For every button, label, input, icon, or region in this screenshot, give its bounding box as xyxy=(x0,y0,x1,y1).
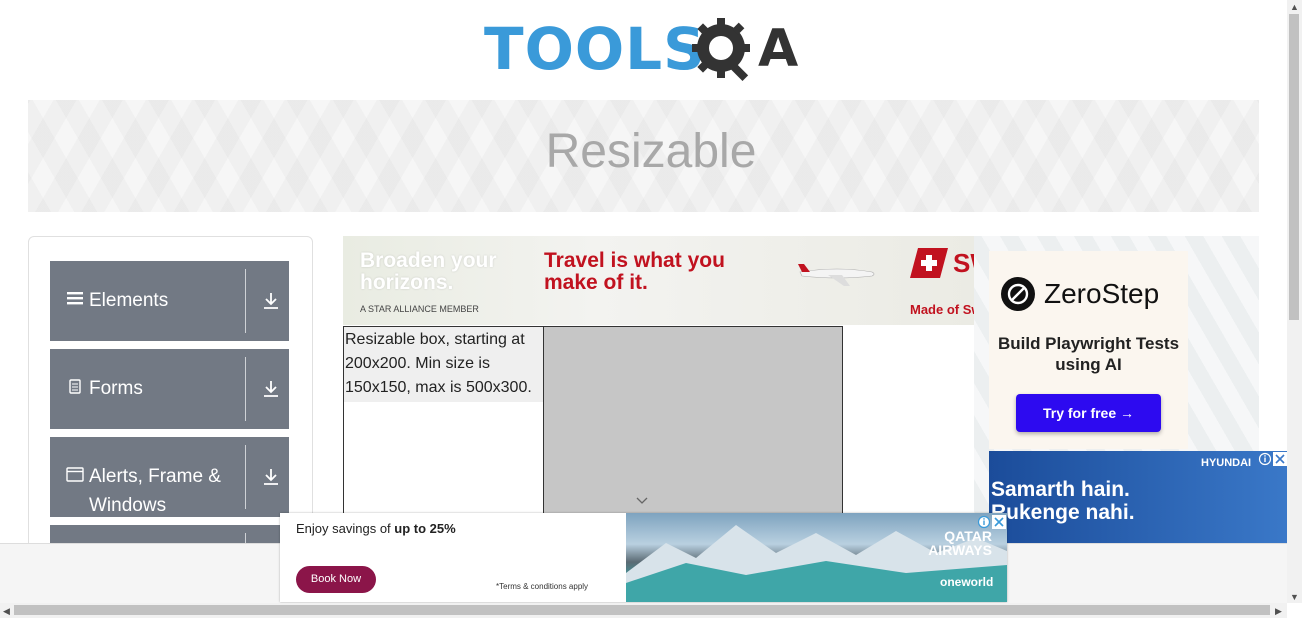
scroll-right-icon[interactable]: ▶ xyxy=(1275,606,1282,616)
scroll-left-icon[interactable]: ◀ xyxy=(3,606,10,616)
qatar-offer-bold: up to 25% xyxy=(394,521,456,536)
qatar-offer-prefix: Enjoy savings of xyxy=(296,521,395,536)
close-icon[interactable] xyxy=(1273,452,1287,466)
ad-left-text: Broaden your horizons. xyxy=(360,249,497,294)
ad-headline: Travel is what you make of it. xyxy=(544,249,725,294)
resizable-box-text: Resizable box, starting at 200x200. Min … xyxy=(344,327,543,402)
gear-magnifier-icon xyxy=(692,18,750,81)
sidebar-group-label: Forms xyxy=(89,378,143,399)
download-icon[interactable] xyxy=(261,291,281,311)
airplane-icon xyxy=(798,264,875,286)
book-now-button[interactable]: Book Now xyxy=(296,566,376,593)
sidebar-group-elements[interactable]: Elements xyxy=(50,261,289,341)
document-icon xyxy=(69,379,81,394)
logo-tools-text: TOOLS xyxy=(484,15,706,83)
sidebar-group-label: Alerts, Frame & Windows xyxy=(89,466,221,516)
zerostep-ad[interactable]: ZeroStep Build Playwright Tests using AI… xyxy=(989,251,1188,449)
zerostep-subtitle: Build Playwright Tests using AI xyxy=(997,334,1180,374)
ad-member-text: A STAR ALLIANCE MEMBER xyxy=(360,304,479,314)
adchoices-icon[interactable] xyxy=(1258,452,1272,466)
oneworld-brand: oneworld xyxy=(940,575,994,589)
sidebar-group-forms[interactable]: Forms xyxy=(50,349,289,429)
scroll-up-icon[interactable]: ▲ xyxy=(1290,2,1299,12)
toolsqa-logo[interactable]: TOOLS A xyxy=(484,14,809,92)
hyundai-brand: HYUNDAI xyxy=(1201,457,1252,469)
scroll-down-icon[interactable]: ▼ xyxy=(1290,592,1299,602)
download-icon[interactable] xyxy=(261,467,281,487)
horizontal-scrollbar-thumb[interactable] xyxy=(14,605,1270,615)
close-icon[interactable] xyxy=(992,515,1006,529)
adchoices-icon[interactable] xyxy=(977,515,991,529)
airline-ad-banner[interactable]: Broaden your horizons. A STAR ALLIANCE M… xyxy=(343,236,974,325)
qatar-offer-text: Enjoy savings of up to 25% xyxy=(296,521,456,536)
qatar-brand: QATAR AIRWAYS xyxy=(928,528,992,558)
divider xyxy=(245,269,246,333)
zerostep-logo-icon xyxy=(1001,277,1035,311)
resize-handle-icon[interactable] xyxy=(636,496,648,506)
hamburger-icon xyxy=(67,292,83,305)
resizable-box[interactable]: Resizable box, starting at 200x200. Min … xyxy=(344,327,544,517)
page-title: Resizable xyxy=(545,125,757,178)
hyundai-ad[interactable]: HYUNDAI Samarth hain. Rukenge nahi. xyxy=(989,451,1287,543)
vertical-scrollbar-thumb[interactable] xyxy=(1289,14,1299,320)
swiss-flag-icon xyxy=(910,248,948,278)
download-icon[interactable] xyxy=(261,379,281,399)
ad-tagline: Made of Sw xyxy=(910,302,974,317)
hyundai-headline: Samarth hain. Rukenge nahi. xyxy=(991,478,1135,524)
logo-a-text: A xyxy=(758,19,799,79)
divider xyxy=(245,445,246,509)
window-icon xyxy=(66,467,84,482)
sidebar-group-label: Elements xyxy=(89,290,169,311)
divider xyxy=(245,357,246,421)
zerostep-name: ZeroStep xyxy=(1044,278,1160,309)
qatar-airways-ad[interactable]: Enjoy savings of up to 25% Book Now *Ter… xyxy=(280,513,1007,602)
sidebar-group-alerts[interactable]: Alerts, Frame & Windows xyxy=(50,437,289,517)
try-for-free-button[interactable]: Try for free → xyxy=(1016,394,1161,432)
ad-brand: SW xyxy=(953,248,974,278)
qatar-terms: *Terms & conditions apply xyxy=(496,582,589,591)
